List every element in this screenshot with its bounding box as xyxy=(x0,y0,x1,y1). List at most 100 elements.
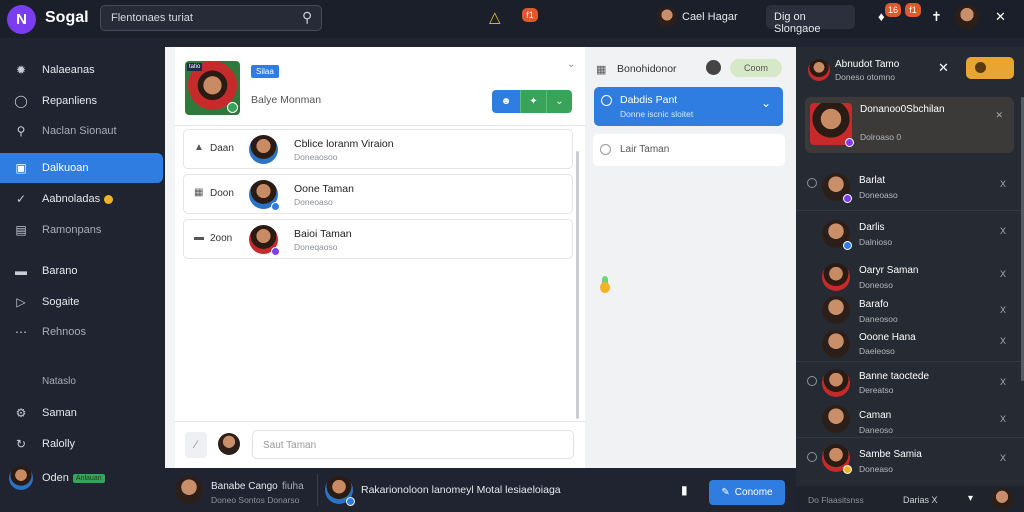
share-icon[interactable]: ✦ xyxy=(520,90,546,113)
avatar xyxy=(822,444,852,474)
close-icon[interactable]: X xyxy=(1000,336,1006,346)
contact-sub: Daneoso xyxy=(859,425,894,435)
sidebar-profile[interactable]: Oden Anlauan xyxy=(0,463,165,493)
attach-icon[interactable]: ∕ xyxy=(185,432,207,458)
header-avatar: tatio xyxy=(185,61,240,115)
list-icon: ▬ xyxy=(194,232,204,243)
sidebar-item-8[interactable]: ⋯ Rehnoos xyxy=(0,317,165,347)
chevron-down-icon[interactable]: ⌄ xyxy=(546,90,572,113)
sidebar-item-label: Ralolly xyxy=(42,438,76,450)
sidebar-item-1[interactable]: ◯ Repanliens xyxy=(0,86,165,116)
toggle-button[interactable]: Coom xyxy=(730,59,782,77)
online-dot xyxy=(227,102,238,113)
avatar xyxy=(822,405,850,433)
chevron-down-icon[interactable]: ⌄ xyxy=(567,59,575,70)
item-label: Lair Taman xyxy=(620,144,670,155)
alert-badge[interactable]: f1 xyxy=(522,8,538,22)
contact-name: Ooone Hana xyxy=(859,332,916,343)
contact-sub: Daneosoo xyxy=(859,314,898,324)
list-item[interactable]: Lair Taman xyxy=(593,134,785,166)
pencil-icon: ✎ xyxy=(721,487,730,498)
chevron-down-icon[interactable]: ▾ xyxy=(968,493,973,504)
play-icon: ▷ xyxy=(16,295,26,309)
sidebar-item-0[interactable]: ✹ Nalaeanas xyxy=(0,55,165,85)
close-icon[interactable]: ✕ xyxy=(938,60,949,76)
main-panel: tatio Silaa Balye Monman ⌄ ☻ ✦ ⌄ ▲ Daan … xyxy=(165,47,585,468)
scrollbar[interactable] xyxy=(576,151,579,419)
sidebar-item-4[interactable]: ✓ Aabnoladas xyxy=(0,184,165,214)
close-icon[interactable]: ✕ xyxy=(995,110,1003,121)
status-icon xyxy=(975,62,986,73)
top-bar: N Sogal Flentonaes turiat ⚲ △ f1 Cael Ha… xyxy=(0,0,1024,38)
featured-contact[interactable]: Donanoo0Sbchilan Dolroaso 0 ✕ xyxy=(805,97,1014,153)
sidebar-item-label: Sogaite xyxy=(42,296,80,308)
sign-in-button[interactable]: Dig on Slongaoe xyxy=(766,5,855,35)
close-icon[interactable]: X xyxy=(1000,226,1006,236)
close-icon[interactable]: X xyxy=(1000,269,1006,279)
row-sub: Doneqaoso xyxy=(294,242,338,252)
sidebar-item-saman[interactable]: ⚙ Saman xyxy=(0,398,165,428)
selected-item[interactable]: Dabdis Pant Donne iscnic sloitet ⌄ xyxy=(594,87,783,126)
doc-icon: ▦ xyxy=(194,187,204,198)
close-icon[interactable]: X xyxy=(1000,305,1006,315)
home-icon: ▲ xyxy=(194,142,204,153)
table-row[interactable]: ▬ 2oon Baioi Taman Doneqaoso xyxy=(183,219,573,259)
featured-name: Donanoo0Sbchilan xyxy=(860,104,945,115)
row-label: Doon xyxy=(210,188,234,199)
status-badge[interactable] xyxy=(966,57,1014,79)
header-subtitle: Balye Monman xyxy=(251,94,322,106)
search-icon[interactable]: ⚲ xyxy=(302,9,312,26)
divider xyxy=(175,125,585,126)
stats-icon: ▤ xyxy=(15,223,27,237)
avatar xyxy=(822,369,850,397)
table-row[interactable]: ▦ Doon Oone Taman Doneoaso xyxy=(183,174,573,214)
sidebar-item-3[interactable]: ▣ Dalkuoan xyxy=(0,153,163,183)
list-item[interactable]: Sambe Samia Doneaso X xyxy=(796,437,1024,481)
contact-name: Barafo xyxy=(859,299,889,310)
user-icon[interactable] xyxy=(706,60,721,75)
send-button[interactable]: ✎ Conome xyxy=(709,480,785,505)
alert-icon[interactable]: △ xyxy=(489,8,501,26)
chat-icon[interactable]: ▮ xyxy=(681,483,688,497)
bell-icon[interactable]: ♦ xyxy=(878,9,885,24)
close-icon[interactable]: X xyxy=(1000,414,1006,424)
user-avatar[interactable] xyxy=(657,7,677,27)
section-header: Nataslo xyxy=(42,376,76,387)
close-icon[interactable]: X xyxy=(1000,453,1006,463)
like-icon[interactable]: ☻ xyxy=(492,90,520,113)
status-dot xyxy=(104,194,114,204)
sidebar-item-6[interactable]: ▬ Barano xyxy=(0,256,165,286)
avatar[interactable] xyxy=(991,488,1013,510)
contacts-footer: Do Flaasitsnss Darias X ▾ xyxy=(796,486,1024,512)
layers-icon: ▬ xyxy=(15,264,27,278)
notif-badge-1: 16 xyxy=(885,3,901,17)
message-input[interactable]: Saut Taman xyxy=(252,430,574,459)
close-icon[interactable]: ✕ xyxy=(995,9,1006,25)
table-row[interactable]: ▲ Daan Cblice loranm Viraion Doneaosoo xyxy=(183,129,573,169)
action-button-group: ☻ ✦ ⌄ xyxy=(492,90,572,113)
search-input[interactable]: Flentonaes turiat xyxy=(100,5,322,31)
sidebar-item-label: Repanliens xyxy=(42,95,98,107)
app-logo[interactable]: N xyxy=(7,5,36,34)
close-icon[interactable]: X xyxy=(1000,377,1006,387)
user-name[interactable]: Cael Hagar xyxy=(682,11,738,23)
profile-avatar[interactable] xyxy=(955,5,979,29)
chevron-down-icon[interactable]: ⌄ xyxy=(761,96,771,110)
sidebar-item-5[interactable]: ▤ Ramonpans xyxy=(0,215,165,245)
notif-badge-2: f1 xyxy=(905,3,921,17)
sidebar-item-ralolly[interactable]: ↻ Ralolly xyxy=(0,429,165,459)
radio-icon xyxy=(807,376,817,386)
sidebar-item-2[interactable]: ⚲ Naclan Sionaut xyxy=(0,116,165,146)
footer-right[interactable]: Darias X xyxy=(903,495,938,505)
close-icon[interactable]: X xyxy=(1000,179,1006,189)
settings-icon: ✹ xyxy=(15,63,27,77)
contact-sub: Dalnioso xyxy=(859,237,893,247)
list-item[interactable]: Darlis Dalnioso X xyxy=(796,210,1024,254)
sidebar-item-7[interactable]: ▷ Sogaite xyxy=(0,287,165,317)
online-dot xyxy=(346,497,355,506)
selected-sub: Donne iscnic sloitet xyxy=(620,109,694,119)
person-icon[interactable]: ✝ xyxy=(931,9,942,25)
list-item[interactable]: Barlat Doneoaso X xyxy=(796,164,1024,208)
header-avatar xyxy=(808,59,830,81)
header-tag: Silaa xyxy=(251,65,279,78)
